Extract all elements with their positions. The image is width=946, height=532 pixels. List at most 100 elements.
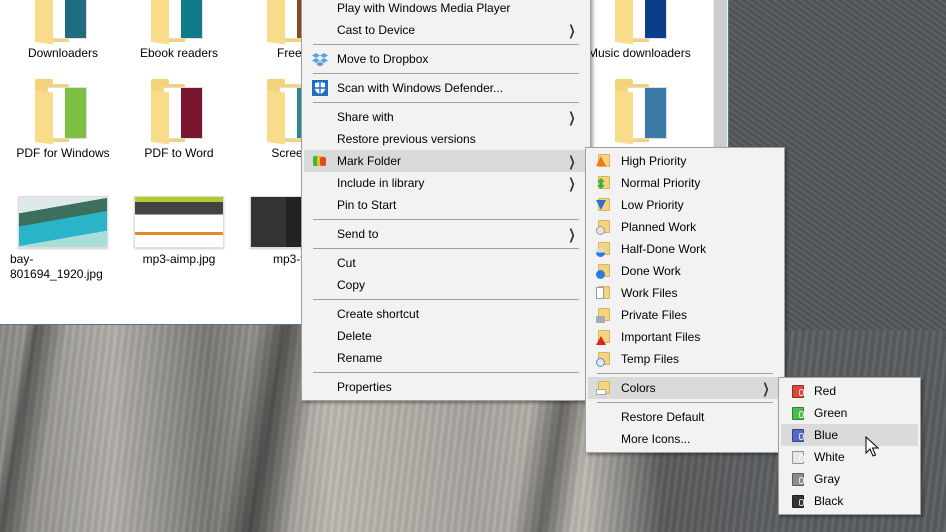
tile-label: Music downloaders (588, 46, 691, 60)
menu-item-red[interactable]: Red (781, 380, 918, 402)
chevron-right-icon: ❯ (568, 175, 576, 191)
chevron-right-icon: ❯ (568, 226, 576, 242)
menu-item-copy[interactable]: Copy (304, 274, 588, 296)
folder-tile[interactable]: Ebook readers (124, 0, 234, 61)
tile-label: PDF to Word (144, 146, 214, 160)
menu-item-play-with-windows-media-player[interactable]: Play with Windows Media Player (304, 0, 588, 19)
menu-item-done-work[interactable]: Done Work (588, 260, 782, 282)
menu-separator (304, 216, 588, 223)
planned-work-icon (596, 219, 612, 235)
menu-separator (304, 70, 588, 77)
menu-item-low-priority[interactable]: Low Priority (588, 194, 782, 216)
menu-item-temp-files[interactable]: Temp Files (588, 348, 782, 370)
menu-item-label: Done Work (621, 264, 681, 278)
context-menu: Play with Windows Media Player Cast to De… (301, 0, 591, 401)
high-priority-icon (596, 153, 612, 169)
folder-tile[interactable] (588, 79, 698, 145)
menu-item-mark-folder[interactable]: Mark Folder ❯ (304, 150, 588, 172)
menu-item-cast-to-device[interactable]: Cast to Device ❯ (304, 19, 588, 41)
menu-item-label: Temp Files (621, 352, 680, 366)
menu-item-label: Create shortcut (337, 307, 420, 321)
menu-item-send-to[interactable]: Send to ❯ (304, 223, 588, 245)
menu-item-gray[interactable]: Gray (781, 468, 918, 490)
menu-item-green[interactable]: Green (781, 402, 918, 424)
folder-icon (151, 79, 207, 145)
menu-separator (304, 245, 588, 252)
menu-item-label: Low Priority (621, 198, 684, 212)
menu-item-black[interactable]: Black (781, 490, 918, 512)
menu-item-pin-to-start[interactable]: Pin to Start (304, 194, 588, 216)
menu-item-blue[interactable]: Blue (781, 424, 918, 446)
color-swatch-icon (789, 427, 805, 443)
file-tile[interactable]: bay-801694_1920.jpg (8, 196, 118, 282)
done-work-icon (596, 263, 612, 279)
menu-item-half-done-work[interactable]: Half-Done Work (588, 238, 782, 260)
menu-item-label: Planned Work (621, 220, 697, 234)
important-files-icon (596, 329, 612, 345)
folder-tile[interactable]: Downloaders (8, 0, 118, 61)
color-swatch-icon (789, 471, 805, 487)
menu-item-work-files[interactable]: Work Files (588, 282, 782, 304)
menu-item-restore-default[interactable]: Restore Default (588, 406, 782, 428)
menu-item-important-files[interactable]: Important Files (588, 326, 782, 348)
normal-priority-icon (596, 175, 612, 191)
menu-item-white[interactable]: White (781, 446, 918, 468)
mouse-cursor-icon (865, 436, 879, 457)
dropbox-icon (312, 51, 328, 67)
chevron-right-icon: ❯ (568, 153, 576, 169)
menu-item-high-priority[interactable]: High Priority (588, 150, 782, 172)
menu-separator (588, 370, 782, 377)
work-files-icon (596, 285, 612, 301)
menu-item-label: Mark Folder (337, 154, 402, 168)
tile-label: PDF for Windows (16, 146, 110, 160)
temp-files-icon (596, 351, 612, 367)
menu-item-properties[interactable]: Properties (304, 376, 588, 398)
menu-item-label: Rename (337, 351, 383, 365)
folder-tile[interactable]: PDF for Windows (8, 79, 118, 161)
menu-item-normal-priority[interactable]: Normal Priority (588, 172, 782, 194)
menu-item-label: High Priority (621, 154, 687, 168)
private-files-icon (596, 307, 612, 323)
color-swatch-icon (789, 383, 805, 399)
menu-item-label: Copy (337, 278, 366, 292)
menu-item-planned-work[interactable]: Planned Work (588, 216, 782, 238)
menu-separator (588, 399, 782, 406)
folder-tile[interactable]: Music downloaders (588, 0, 698, 61)
folder-icon (615, 79, 671, 145)
menu-item-delete[interactable]: Delete (304, 325, 588, 347)
windows-defender-icon (312, 80, 328, 96)
menu-item-label: Half-Done Work (621, 242, 707, 256)
menu-item-scan-with-windows-defender[interactable]: Scan with Windows Defender... (304, 77, 588, 99)
menu-item-label: Blue (814, 428, 839, 442)
scrollbar-thumb[interactable] (714, 0, 727, 148)
menu-separator (304, 41, 588, 48)
folder-icon (151, 0, 207, 45)
menu-item-private-files[interactable]: Private Files (588, 304, 782, 326)
menu-item-label: Include in library (337, 176, 425, 190)
menu-item-cut[interactable]: Cut (304, 252, 588, 274)
menu-item-restore-previous-versions[interactable]: Restore previous versions (304, 128, 588, 150)
file-tile[interactable]: mp3-aimp.jpg (124, 196, 234, 267)
menu-item-label: Important Files (621, 330, 701, 344)
menu-item-move-to-dropbox[interactable]: Move to Dropbox (304, 48, 588, 70)
colors-submenu: Red Green Blue White Gray Black (778, 377, 921, 515)
menu-item-colors[interactable]: Colors ❯ (588, 377, 782, 399)
folder-tile[interactable]: PDF to Word (124, 79, 234, 161)
menu-item-label: Scan with Windows Defender... (337, 81, 504, 95)
menu-item-label: Cut (337, 256, 356, 270)
menu-item-label: More Icons... (621, 432, 691, 446)
menu-separator (304, 369, 588, 376)
menu-item-label: Send to (337, 227, 379, 241)
mark-folder-icon (312, 153, 328, 169)
menu-separator (304, 99, 588, 106)
mark-folder-submenu: High Priority Normal Priority Low Priority… (585, 147, 785, 453)
menu-item-label: Move to Dropbox (337, 52, 429, 66)
menu-item-more-icons[interactable]: More Icons... (588, 428, 782, 450)
menu-item-rename[interactable]: Rename (304, 347, 588, 369)
menu-item-label: Pin to Start (337, 198, 397, 212)
menu-item-label: Work Files (621, 286, 678, 300)
menu-item-include-in-library[interactable]: Include in library ❯ (304, 172, 588, 194)
low-priority-icon (596, 197, 612, 213)
menu-item-create-shortcut[interactable]: Create shortcut (304, 303, 588, 325)
menu-item-share-with[interactable]: Share with ❯ (304, 106, 588, 128)
